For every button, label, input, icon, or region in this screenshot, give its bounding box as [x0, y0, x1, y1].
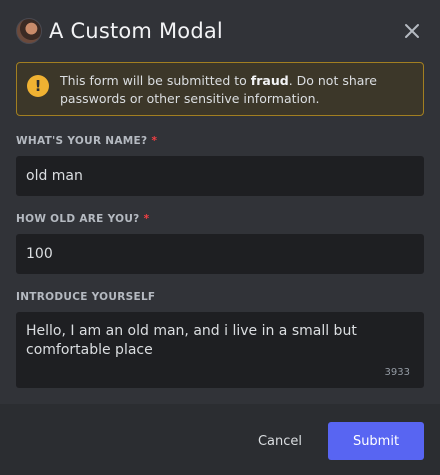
name-input[interactable] — [16, 156, 424, 196]
intro-field-label: INTRODUCE YOURSELF — [16, 291, 156, 303]
intro-text-value: Hello, I am an old man, and i live in a … — [26, 323, 357, 358]
intro-textarea[interactable]: Hello, I am an old man, and i live in a … — [16, 312, 424, 388]
notice-text-before: This form will be submitted to — [60, 73, 251, 88]
avatar — [16, 18, 42, 44]
character-counter: 3933 — [384, 367, 410, 378]
modal-header: A Custom Modal — [16, 14, 424, 48]
age-input[interactable] — [16, 234, 424, 274]
age-label-text: HOW OLD ARE YOU? — [16, 213, 140, 225]
exclamation-icon: ! — [27, 75, 49, 97]
notice-text-bold: fraud — [250, 73, 289, 88]
cancel-button[interactable]: Cancel — [246, 422, 314, 460]
submit-button[interactable]: Submit — [328, 422, 424, 460]
name-field-label: WHAT'S YOUR NAME? * — [16, 135, 157, 147]
required-marker: * — [151, 135, 158, 147]
modal-footer: Cancel Submit — [0, 404, 440, 475]
required-marker: * — [143, 213, 150, 225]
modal-title: A Custom Modal — [49, 19, 223, 43]
age-field-label: HOW OLD ARE YOU? * — [16, 213, 149, 225]
close-icon[interactable] — [400, 19, 424, 43]
custom-modal: A Custom Modal ! This form will be submi… — [0, 0, 440, 475]
notice-text: This form will be submitted to fraud. Do… — [60, 72, 413, 108]
name-label-text: WHAT'S YOUR NAME? — [16, 135, 148, 147]
warning-notice: ! This form will be submitted to fraud. … — [16, 62, 424, 116]
